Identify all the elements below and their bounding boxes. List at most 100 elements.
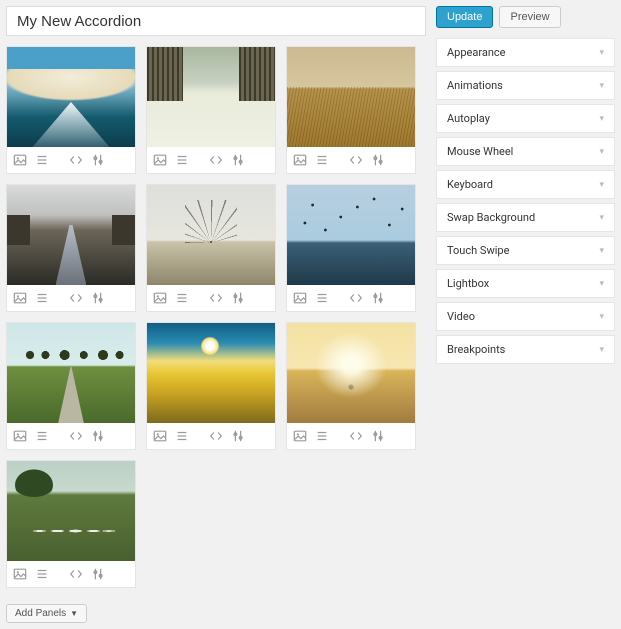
panel-1[interactable] (6, 46, 136, 174)
layers-icon[interactable] (315, 429, 329, 443)
panel-9[interactable] (286, 322, 416, 450)
panel-toolbar (147, 147, 275, 173)
panel-thumbnail[interactable] (7, 323, 135, 423)
panel-toolbar (287, 285, 415, 311)
chevron-down-icon: ▾ (599, 246, 604, 256)
panel-thumbnail[interactable] (287, 185, 415, 285)
image-icon[interactable] (13, 291, 27, 305)
panel-thumbnail[interactable] (7, 461, 135, 561)
settings-section-label: Mouse Wheel (447, 145, 513, 158)
sliders-icon[interactable] (231, 429, 245, 443)
image-icon[interactable] (293, 429, 307, 443)
code-icon[interactable] (349, 291, 363, 305)
panel-toolbar (147, 285, 275, 311)
settings-section-lightbox[interactable]: Lightbox ▾ (436, 269, 615, 298)
settings-section-appearance[interactable]: Appearance ▾ (436, 38, 615, 67)
settings-section-breakpoints[interactable]: Breakpoints ▾ (436, 335, 615, 364)
code-icon[interactable] (349, 429, 363, 443)
settings-section-label: Swap Background (447, 211, 535, 224)
image-icon[interactable] (153, 429, 167, 443)
panel-thumbnail[interactable] (7, 47, 135, 147)
code-icon[interactable] (209, 429, 223, 443)
code-icon[interactable] (349, 153, 363, 167)
add-panels-button[interactable]: Add Panels ▼ (6, 604, 87, 623)
layers-icon[interactable] (175, 429, 189, 443)
panel-thumbnail[interactable] (147, 323, 275, 423)
settings-section-label: Touch Swipe (447, 244, 509, 257)
sliders-icon[interactable] (231, 153, 245, 167)
image-icon[interactable] (153, 153, 167, 167)
update-button[interactable]: Update (436, 6, 493, 28)
settings-section-swap-background[interactable]: Swap Background ▾ (436, 203, 615, 232)
image-icon[interactable] (153, 291, 167, 305)
sliders-icon[interactable] (371, 153, 385, 167)
sliders-icon[interactable] (91, 291, 105, 305)
layers-icon[interactable] (175, 153, 189, 167)
panel-3[interactable] (286, 46, 416, 174)
panel-5[interactable] (146, 184, 276, 312)
settings-section-touch-swipe[interactable]: Touch Swipe ▾ (436, 236, 615, 265)
image-icon[interactable] (13, 153, 27, 167)
layers-icon[interactable] (35, 429, 49, 443)
sliders-icon[interactable] (371, 291, 385, 305)
image-icon[interactable] (13, 429, 27, 443)
layers-icon[interactable] (35, 567, 49, 581)
sliders-icon[interactable] (91, 153, 105, 167)
settings-section-label: Breakpoints (447, 343, 505, 356)
settings-section-label: Appearance (447, 46, 506, 59)
preview-button[interactable]: Preview (499, 6, 560, 28)
image-icon[interactable] (293, 153, 307, 167)
code-icon[interactable] (209, 153, 223, 167)
chevron-down-icon: ▾ (599, 312, 604, 322)
settings-section-keyboard[interactable]: Keyboard ▾ (436, 170, 615, 199)
settings-section-video[interactable]: Video ▾ (436, 302, 615, 331)
image-icon[interactable] (13, 567, 27, 581)
chevron-down-icon: ▾ (599, 213, 604, 223)
panel-toolbar (7, 423, 135, 449)
sliders-icon[interactable] (91, 429, 105, 443)
settings-section-label: Lightbox (447, 277, 489, 290)
settings-section-label: Keyboard (447, 178, 493, 191)
settings-section-label: Autoplay (447, 112, 490, 125)
add-panels-label: Add Panels (15, 608, 66, 619)
layers-icon[interactable] (315, 291, 329, 305)
panel-thumbnail[interactable] (287, 47, 415, 147)
panel-10[interactable] (6, 460, 136, 588)
accordion-title-input[interactable] (6, 6, 426, 36)
sliders-icon[interactable] (371, 429, 385, 443)
sliders-icon[interactable] (91, 567, 105, 581)
layers-icon[interactable] (35, 291, 49, 305)
layers-icon[interactable] (35, 153, 49, 167)
image-icon[interactable] (293, 291, 307, 305)
settings-section-animations[interactable]: Animations ▾ (436, 71, 615, 100)
panel-toolbar (147, 423, 275, 449)
panel-toolbar (287, 147, 415, 173)
code-icon[interactable] (69, 567, 83, 581)
settings-section-mouse-wheel[interactable]: Mouse Wheel ▾ (436, 137, 615, 166)
panel-4[interactable] (6, 184, 136, 312)
code-icon[interactable] (69, 153, 83, 167)
settings-section-label: Animations (447, 79, 503, 92)
code-icon[interactable] (69, 291, 83, 305)
panel-thumbnail[interactable] (7, 185, 135, 285)
panel-8[interactable] (146, 322, 276, 450)
chevron-down-icon: ▾ (599, 114, 604, 124)
panel-toolbar (287, 423, 415, 449)
panel-thumbnail[interactable] (287, 323, 415, 423)
panel-thumbnail[interactable] (147, 47, 275, 147)
sliders-icon[interactable] (231, 291, 245, 305)
chevron-down-icon: ▾ (599, 81, 604, 91)
chevron-down-icon: ▾ (599, 279, 604, 289)
chevron-down-icon: ▾ (599, 48, 604, 58)
panel-2[interactable] (146, 46, 276, 174)
code-icon[interactable] (209, 291, 223, 305)
caret-down-icon: ▼ (70, 609, 78, 618)
code-icon[interactable] (69, 429, 83, 443)
panel-7[interactable] (6, 322, 136, 450)
settings-section-autoplay[interactable]: Autoplay ▾ (436, 104, 615, 133)
layers-icon[interactable] (175, 291, 189, 305)
panel-6[interactable] (286, 184, 416, 312)
panel-thumbnail[interactable] (147, 185, 275, 285)
panel-toolbar (7, 561, 135, 587)
layers-icon[interactable] (315, 153, 329, 167)
